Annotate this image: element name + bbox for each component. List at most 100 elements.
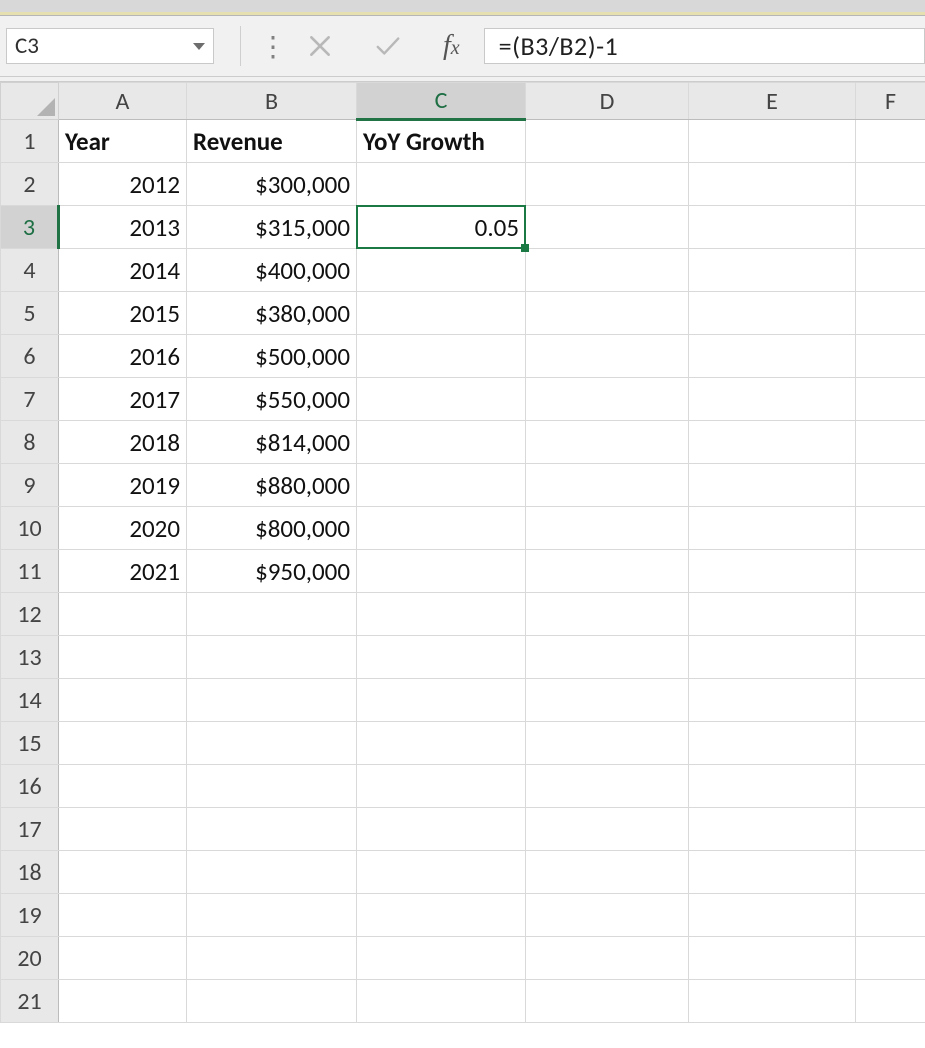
row-header-12[interactable]: 12 xyxy=(1,593,59,636)
cell-A21[interactable] xyxy=(59,980,187,1023)
cell-E9[interactable] xyxy=(689,464,856,507)
cell-A8[interactable]: 2018 xyxy=(59,421,187,464)
cell-E3[interactable] xyxy=(689,206,856,249)
cell-A19[interactable] xyxy=(59,894,187,937)
cell-A17[interactable] xyxy=(59,808,187,851)
cell-E18[interactable] xyxy=(689,851,856,894)
cell-B16[interactable] xyxy=(187,765,357,808)
cell-B1[interactable]: Revenue xyxy=(187,120,357,163)
cell-E5[interactable] xyxy=(689,292,856,335)
cell-C10[interactable] xyxy=(357,507,526,550)
cell-B15[interactable] xyxy=(187,722,357,765)
cell-C13[interactable] xyxy=(357,636,526,679)
cell-E20[interactable] xyxy=(689,937,856,980)
cell-E12[interactable] xyxy=(689,593,856,636)
row-header-20[interactable]: 20 xyxy=(1,937,59,980)
cell-D1[interactable] xyxy=(526,120,689,163)
row-header-4[interactable]: 4 xyxy=(1,249,59,292)
col-header-E[interactable]: E xyxy=(689,83,856,120)
cell-F17[interactable] xyxy=(856,808,925,851)
cell-D11[interactable] xyxy=(526,550,689,593)
vertical-dots-icon[interactable]: ⋮ xyxy=(259,29,287,64)
cell-A10[interactable]: 2020 xyxy=(59,507,187,550)
cell-B13[interactable] xyxy=(187,636,357,679)
cell-C6[interactable] xyxy=(357,335,526,378)
name-box[interactable]: C3 xyxy=(6,28,214,64)
cell-A7[interactable]: 2017 xyxy=(59,378,187,421)
cell-D19[interactable] xyxy=(526,894,689,937)
enter-icon[interactable] xyxy=(375,33,401,59)
cell-F14[interactable] xyxy=(856,679,925,722)
cell-C14[interactable] xyxy=(357,679,526,722)
cell-B10[interactable]: $800,000 xyxy=(187,507,357,550)
cell-A18[interactable] xyxy=(59,851,187,894)
cell-D7[interactable] xyxy=(526,378,689,421)
cell-A14[interactable] xyxy=(59,679,187,722)
cell-B8[interactable]: $814,000 xyxy=(187,421,357,464)
cell-D18[interactable] xyxy=(526,851,689,894)
cell-B2[interactable]: $300,000 xyxy=(187,163,357,206)
cell-A9[interactable]: 2019 xyxy=(59,464,187,507)
cell-C21[interactable] xyxy=(357,980,526,1023)
cell-E11[interactable] xyxy=(689,550,856,593)
cell-B7[interactable]: $550,000 xyxy=(187,378,357,421)
cell-B11[interactable]: $950,000 xyxy=(187,550,357,593)
cell-B9[interactable]: $880,000 xyxy=(187,464,357,507)
cell-E19[interactable] xyxy=(689,894,856,937)
cell-F19[interactable] xyxy=(856,894,925,937)
cell-D10[interactable] xyxy=(526,507,689,550)
cell-A5[interactable]: 2015 xyxy=(59,292,187,335)
cell-B4[interactable]: $400,000 xyxy=(187,249,357,292)
cell-F18[interactable] xyxy=(856,851,925,894)
cell-E10[interactable] xyxy=(689,507,856,550)
cell-E1[interactable] xyxy=(689,120,856,163)
cell-F8[interactable] xyxy=(856,421,925,464)
cell-A6[interactable]: 2016 xyxy=(59,335,187,378)
cell-A12[interactable] xyxy=(59,593,187,636)
cell-B14[interactable] xyxy=(187,679,357,722)
row-header-16[interactable]: 16 xyxy=(1,765,59,808)
cell-C3[interactable]: 0.05 xyxy=(357,206,526,249)
cell-E2[interactable] xyxy=(689,163,856,206)
cell-A1[interactable]: Year xyxy=(59,120,187,163)
cell-D5[interactable] xyxy=(526,292,689,335)
cell-B17[interactable] xyxy=(187,808,357,851)
cell-C17[interactable] xyxy=(357,808,526,851)
cell-B19[interactable] xyxy=(187,894,357,937)
cell-C11[interactable] xyxy=(357,550,526,593)
row-header-9[interactable]: 9 xyxy=(1,464,59,507)
cell-A16[interactable] xyxy=(59,765,187,808)
chevron-down-icon[interactable] xyxy=(193,43,205,50)
cell-A3[interactable]: 2013 xyxy=(59,206,187,249)
cell-F3[interactable] xyxy=(856,206,925,249)
row-header-7[interactable]: 7 xyxy=(1,378,59,421)
row-header-2[interactable]: 2 xyxy=(1,163,59,206)
cell-B21[interactable] xyxy=(187,980,357,1023)
cell-C4[interactable] xyxy=(357,249,526,292)
formula-input[interactable]: =(B3/B2)-1 xyxy=(484,28,925,64)
cell-F10[interactable] xyxy=(856,507,925,550)
cell-F13[interactable] xyxy=(856,636,925,679)
cell-E13[interactable] xyxy=(689,636,856,679)
col-header-D[interactable]: D xyxy=(526,83,689,120)
row-header-10[interactable]: 10 xyxy=(1,507,59,550)
spreadsheet-grid[interactable]: A B C D E F 1YearRevenueYoY Growth22012$… xyxy=(0,82,925,1048)
cell-F21[interactable] xyxy=(856,980,925,1023)
row-header-19[interactable]: 19 xyxy=(1,894,59,937)
cell-C5[interactable] xyxy=(357,292,526,335)
cell-D9[interactable] xyxy=(526,464,689,507)
row-header-13[interactable]: 13 xyxy=(1,636,59,679)
cell-D15[interactable] xyxy=(526,722,689,765)
cell-B5[interactable]: $380,000 xyxy=(187,292,357,335)
cell-B6[interactable]: $500,000 xyxy=(187,335,357,378)
cell-C19[interactable] xyxy=(357,894,526,937)
cell-C7[interactable] xyxy=(357,378,526,421)
cell-C16[interactable] xyxy=(357,765,526,808)
cell-C1[interactable]: YoY Growth xyxy=(357,120,526,163)
row-header-3[interactable]: 3 xyxy=(1,206,59,249)
select-all-corner[interactable] xyxy=(1,83,59,120)
cell-D4[interactable] xyxy=(526,249,689,292)
cell-A4[interactable]: 2014 xyxy=(59,249,187,292)
cell-A11[interactable]: 2021 xyxy=(59,550,187,593)
cell-B12[interactable] xyxy=(187,593,357,636)
